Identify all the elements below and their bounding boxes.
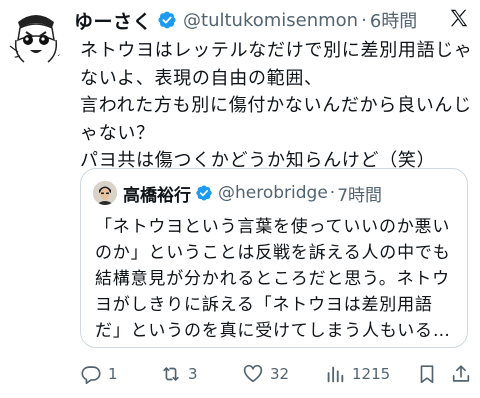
quote-line: のか」ということは反戦を訴える人の中でも — [95, 243, 451, 263]
quote-line: 「ネトウヨという言葉を使っていいのか悪い — [95, 217, 451, 237]
bookmark-icon — [420, 365, 434, 384]
retweet-count: 3 — [188, 365, 198, 383]
share-icon — [452, 365, 470, 382]
tweet-line: ネトウヨはレッテルなだけで別に差別用語じゃ — [80, 40, 473, 61]
views-icon — [327, 366, 344, 383]
verified-badge-icon — [196, 185, 212, 201]
like-button[interactable]: 32 — [242, 360, 289, 388]
tweet-line: ないよ、表現の自由の範囲、 — [80, 67, 323, 89]
dot-separator: · — [329, 183, 336, 203]
quote-time[interactable]: 7時間 — [337, 181, 382, 206]
share-button[interactable] — [450, 360, 472, 388]
quoted-tweet[interactable]: 高橋裕行 @herobridge · 7時間 「ネトウヨという言葉を使っていいの… — [80, 168, 468, 348]
retweet-button[interactable]: 3 — [160, 360, 198, 388]
reply-button[interactable]: 1 — [80, 360, 118, 388]
quote-author-avatar[interactable] — [93, 181, 117, 205]
tweet-time[interactable]: 6時間 — [370, 7, 417, 33]
author-handle[interactable]: @tultukomisenmon — [183, 10, 358, 31]
author-name[interactable]: ゆーさく — [74, 7, 152, 34]
like-count: 32 — [270, 365, 290, 383]
quote-line: 結構意見が分かれるところだと思う。ネトウ — [95, 269, 450, 289]
verified-badge-icon — [158, 11, 176, 29]
retweet-icon — [163, 367, 179, 381]
bookmark-button[interactable] — [416, 360, 438, 388]
tweet-text: ネトウヨはレッテルなだけで別に差別用語じゃ ないよ、表現の自由の範囲、 言われた… — [80, 37, 475, 175]
quote-text: 「ネトウヨという言葉を使っていいのか悪い のか」ということは反戦を訴える人の中で… — [95, 214, 465, 344]
tweet-header: ゆーさく @tultukomisenmon · 6時間 — [74, 5, 470, 35]
author-avatar[interactable] — [6, 6, 66, 66]
dot-separator: · — [361, 9, 367, 31]
reply-icon — [81, 366, 101, 384]
views-button[interactable]: 1215 — [324, 360, 390, 388]
like-icon — [243, 364, 263, 383]
quote-line: だ」というのを真に受けてしまう人もいる… — [95, 321, 451, 341]
quote-author-handle[interactable]: @herobridge — [218, 183, 328, 203]
quote-line: ヨがしきりに訴える「ネトウヨは差別用語 — [95, 295, 433, 315]
action-bar: 1 3 32 1215 — [76, 360, 476, 388]
tweet-line: 言われた方も別に傷付かないんだから良いんじ — [80, 95, 472, 116]
x-logo-icon[interactable] — [448, 7, 470, 29]
reply-count: 1 — [108, 365, 118, 383]
tweet-line: ゃない？ — [80, 122, 155, 144]
quote-author-name[interactable]: 高橋裕行 — [123, 181, 191, 206]
quote-header: 高橋裕行 @herobridge · 7時間 — [123, 179, 459, 207]
views-count: 1215 — [352, 365, 391, 383]
